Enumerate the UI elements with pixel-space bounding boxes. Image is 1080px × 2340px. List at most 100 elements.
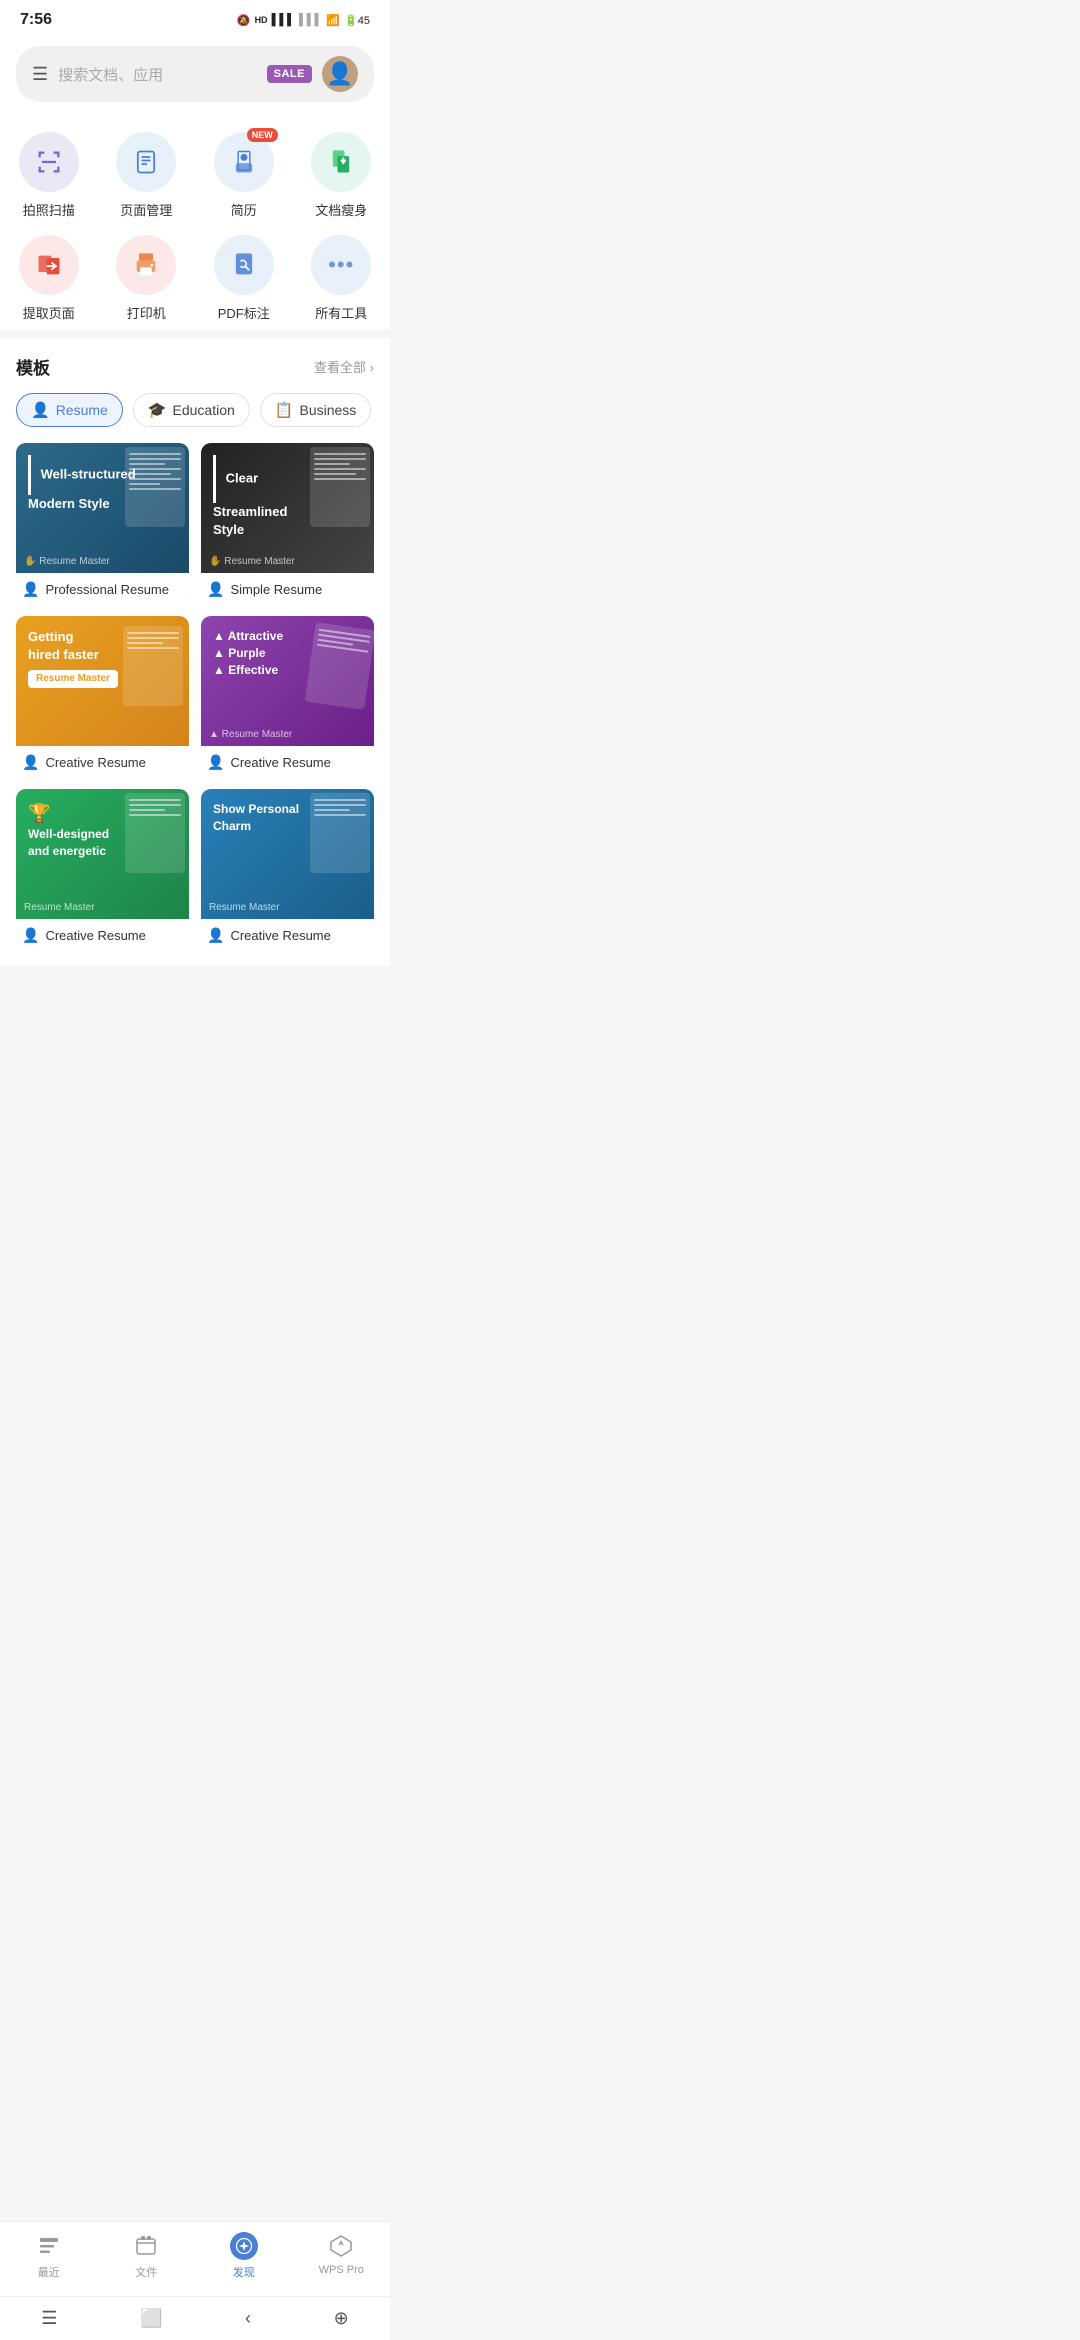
new-badge: NEW <box>247 128 278 142</box>
resume-icon-wrap: NEW <box>214 132 274 192</box>
template-preview-1: Well-structuredModern Style <box>16 443 189 573</box>
sys-home-icon[interactable]: ⬜ <box>140 2308 162 2329</box>
tool-resume-label: 简历 <box>231 200 257 219</box>
tool-slim-label: 文档瘦身 <box>315 200 367 219</box>
tool-resume[interactable]: NEW 简历 <box>195 132 293 219</box>
preview-text-2: ClearStreamlinedStyle <box>201 443 299 551</box>
tool-print[interactable]: 打印机 <box>98 235 196 322</box>
template-user-icon-2: 👤 <box>207 581 224 598</box>
scan-icon-wrap <box>19 132 79 192</box>
watermark-5: Resume Master <box>24 902 95 913</box>
template-card-2[interactable]: ClearStreamlinedStyle ✋ Resume Master <box>201 443 374 604</box>
sys-menu-icon[interactable]: ☰ <box>41 2308 57 2329</box>
template-grid: Well-structuredModern Style <box>16 443 374 950</box>
tools-grid: 拍照扫描 页面管理 NEW <box>0 132 390 322</box>
nav-files-icon <box>132 2232 160 2260</box>
preview-doc-4 <box>305 622 374 710</box>
template-name-row-2: 👤 Simple Resume <box>201 573 374 604</box>
tool-print-label: 打印机 <box>127 303 166 322</box>
tab-education[interactable]: 🎓 Education <box>133 393 250 427</box>
template-name-5: Creative Resume <box>45 928 145 943</box>
preview-text-6: Show PersonalCharm <box>201 789 311 847</box>
template-card-4[interactable]: ▲ Attractive▲ Purple▲ Effective ▲ Resume… <box>201 616 374 777</box>
search-inner[interactable]: ☰ 搜索文档、应用 SALE 👤 <box>16 46 374 102</box>
extract-icon-wrap <box>19 235 79 295</box>
avatar[interactable]: 👤 <box>322 56 358 92</box>
search-bar: ☰ 搜索文档、应用 SALE 👤 <box>0 36 390 116</box>
preview-text-5: 🏆 Well-designedand energetic <box>16 789 121 872</box>
pdf-icon-wrap <box>214 235 274 295</box>
signal-icon: ▌▌▌ <box>272 14 295 26</box>
status-icons: 🔕 HD ▌▌▌ ▌▌▌ 📶 🔋45 <box>237 14 370 27</box>
preview-doc-2 <box>310 447 370 527</box>
mute-icon: 🔕 <box>237 14 251 27</box>
nav-recent[interactable]: 最近 <box>0 2232 98 2280</box>
tool-scan-label: 拍照扫描 <box>23 200 75 219</box>
template-preview-3: Gettinghired faster Resume Master <box>16 616 189 746</box>
sys-back-icon[interactable]: ‹ <box>245 2308 251 2329</box>
status-time: 7:56 <box>20 11 52 29</box>
template-user-icon-5: 👤 <box>22 927 39 944</box>
tool-extract[interactable]: 提取页面 <box>0 235 98 322</box>
tool-extract-label: 提取页面 <box>23 303 75 322</box>
template-preview-6: Show PersonalCharm Resume Master <box>201 789 374 919</box>
nav-files-label: 文件 <box>135 2264 157 2280</box>
section-header: 模板 查看全部 › <box>16 354 374 379</box>
battery-icon: 🔋45 <box>344 14 370 27</box>
template-name-row-4: 👤 Creative Resume <box>201 746 374 777</box>
watermark-6: Resume Master <box>209 902 280 913</box>
template-user-icon-1: 👤 <box>22 581 39 598</box>
watermark-4: ▲ Resume Master <box>209 729 292 740</box>
nav-wpspro[interactable]: WPS Pro <box>293 2232 391 2280</box>
slim-icon-wrap <box>311 132 371 192</box>
nav-files[interactable]: 文件 <box>98 2232 196 2280</box>
watermark-2: ✋ Resume Master <box>209 556 295 567</box>
template-card-6[interactable]: Show PersonalCharm Resume Master 👤 <box>201 789 374 950</box>
tool-pdf[interactable]: PDF标注 <box>195 235 293 322</box>
page-icon-wrap <box>116 132 176 192</box>
template-name-6: Creative Resume <box>230 928 330 943</box>
alltools-icon-wrap: ••• <box>311 235 371 295</box>
sys-nav: ☰ ⬜ ‹ ⊕ <box>0 2296 390 2340</box>
preview-doc-6 <box>310 793 370 873</box>
see-all-button[interactable]: 查看全部 › <box>314 357 374 376</box>
template-card-5[interactable]: 🏆 Well-designedand energetic Resume Mast… <box>16 789 189 950</box>
nav-discover-label: 发现 <box>233 2264 255 2280</box>
tab-business-icon: 📋 <box>275 401 294 419</box>
template-card-1[interactable]: Well-structuredModern Style <box>16 443 189 604</box>
template-preview-5: 🏆 Well-designedand energetic Resume Mast… <box>16 789 189 919</box>
template-user-icon-6: 👤 <box>207 927 224 944</box>
template-name-row-5: 👤 Creative Resume <box>16 919 189 950</box>
tool-slim[interactable]: 文档瘦身 <box>293 132 391 219</box>
sale-badge[interactable]: SALE <box>267 65 312 83</box>
nav-discover[interactable]: 发现 <box>195 2232 293 2280</box>
print-icon-wrap <box>116 235 176 295</box>
nav-wpspro-label: WPS Pro <box>319 2264 364 2276</box>
preview-text-3: Gettinghired faster Resume Master <box>16 616 189 700</box>
tool-pdf-label: PDF标注 <box>218 303 270 322</box>
tool-page[interactable]: 页面管理 <box>98 132 196 219</box>
tab-resume-label: Resume <box>56 402 108 418</box>
tab-business-label: Business <box>299 402 356 418</box>
status-bar: 7:56 🔕 HD ▌▌▌ ▌▌▌ 📶 🔋45 <box>0 0 390 36</box>
preview-text-1: Well-structuredModern Style <box>16 443 148 525</box>
hd-badge: HD <box>255 15 268 25</box>
nav-recent-icon <box>35 2232 63 2260</box>
tool-scan[interactable]: 拍照扫描 <box>0 132 98 219</box>
tool-alltools[interactable]: ••• 所有工具 <box>293 235 391 322</box>
sys-assistant-icon[interactable]: ⊕ <box>334 2308 349 2329</box>
template-preview-4: ▲ Attractive▲ Purple▲ Effective ▲ Resume… <box>201 616 374 746</box>
template-user-icon-3: 👤 <box>22 754 39 771</box>
tools-section: 拍照扫描 页面管理 NEW <box>0 116 390 330</box>
template-card-3[interactable]: Gettinghired faster Resume Master 👤 <box>16 616 189 777</box>
template-name-3: Creative Resume <box>45 755 145 770</box>
tab-resume[interactable]: 👤 Resume <box>16 393 123 427</box>
tab-business[interactable]: 📋 Business <box>260 393 372 427</box>
template-user-icon-4: 👤 <box>207 754 224 771</box>
preview-doc-5 <box>125 793 185 873</box>
wifi-icon: 📶 <box>326 14 340 27</box>
template-name-row-3: 👤 Creative Resume <box>16 746 189 777</box>
nav-wpspro-icon <box>327 2232 355 2260</box>
nav-recent-label: 最近 <box>38 2264 60 2280</box>
hamburger-icon[interactable]: ☰ <box>32 64 48 85</box>
